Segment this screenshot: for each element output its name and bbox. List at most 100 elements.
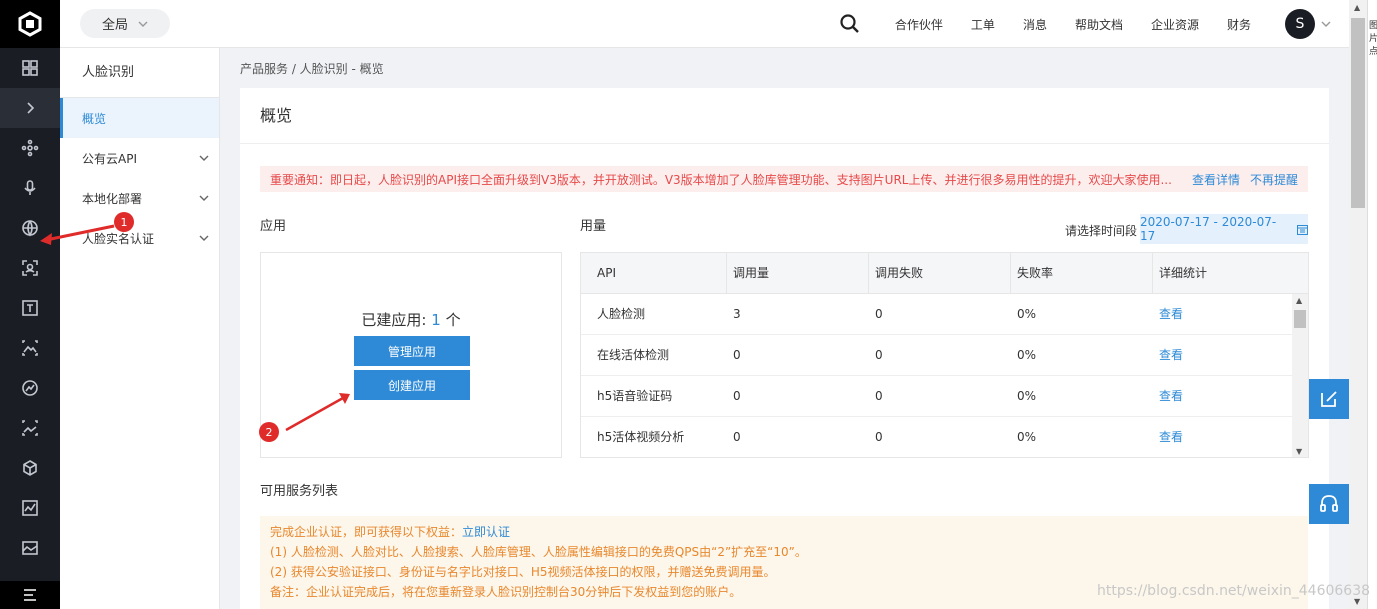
- avatar[interactable]: S: [1285, 9, 1315, 39]
- usage-section-label: 用量: [580, 219, 607, 234]
- benefit-lead-line: 完成企业认证，即可获得以下权益：立即认证: [270, 522, 1298, 542]
- nav-partners[interactable]: 合作伙伴: [895, 16, 943, 33]
- table-row: 在线活体检测 0 0 0% 查看: [581, 335, 1308, 376]
- apps-panel: 已建应用: 1 个 管理应用 创建应用: [260, 252, 562, 458]
- search-icon[interactable]: [839, 13, 861, 35]
- scroll-up-icon[interactable]: ▲: [1296, 296, 1302, 305]
- benefit-line-1: (1) 人脸检测、人脸对比、人脸搜索、人脸库管理、人脸属性编辑接口的免费QPS由…: [270, 545, 807, 559]
- overview-card: 概览 重要通知：即日起，人脸识别的API接口全面升级到V3版本，并开放测试。V3…: [240, 88, 1329, 609]
- app-count: 已建应用: 1 个: [261, 309, 561, 330]
- app-count-value: 1: [431, 311, 441, 329]
- cell-calls: 0: [733, 430, 741, 444]
- view-stats-link[interactable]: 查看: [1159, 376, 1183, 416]
- cube-icon[interactable]: [0, 448, 60, 488]
- nodes-icon[interactable]: [0, 128, 60, 168]
- edge-text: 图片点: [1369, 18, 1377, 57]
- cell-api: 在线活体检测: [597, 348, 670, 362]
- table-scroll-thumb[interactable]: [1294, 310, 1306, 328]
- table-row: h5活体视频分析 0 0 0% 查看: [581, 417, 1308, 457]
- manage-apps-button[interactable]: 管理应用: [354, 336, 470, 366]
- analytics-icon[interactable]: [0, 488, 60, 528]
- annotation-badge-2: 2: [259, 422, 279, 442]
- cell-failed: 0: [875, 307, 883, 321]
- view-stats-link[interactable]: 查看: [1159, 335, 1183, 375]
- sidebar-item-local-deploy[interactable]: 本地化部署: [60, 178, 219, 218]
- sidebar-item-label: 概览: [82, 111, 107, 126]
- page-scroll-thumb[interactable]: [1351, 18, 1365, 208]
- text-t-icon[interactable]: [0, 288, 60, 328]
- column-header: 详细统计: [1159, 266, 1208, 280]
- column-divider: [868, 253, 869, 293]
- column-divider: [1152, 253, 1153, 293]
- notice-text: 重要通知：即日起，人脸识别的API接口全面升级到V3版本，并开放测试。V3版本增…: [270, 172, 1172, 187]
- cell-calls: 3: [733, 307, 741, 321]
- date-range-picker[interactable]: 2020-07-17 - 2020-07-17: [1140, 214, 1308, 244]
- view-stats-link[interactable]: 查看: [1159, 417, 1183, 457]
- column-divider: [726, 253, 727, 293]
- apps-section-label: 应用: [260, 219, 287, 234]
- nav-finance[interactable]: 财务: [1227, 16, 1251, 33]
- nav-help-docs[interactable]: 帮助文档: [1075, 16, 1123, 33]
- grid-icon[interactable]: [0, 48, 60, 88]
- globe-icon[interactable]: [0, 208, 60, 248]
- column-header: 调用量: [733, 266, 770, 280]
- scope-dropdown[interactable]: 全局: [80, 9, 170, 38]
- nav-tickets[interactable]: 工单: [971, 16, 995, 33]
- logo-icon[interactable]: [0, 0, 60, 48]
- cell-api: h5活体视频分析: [597, 430, 685, 444]
- scroll-up-icon[interactable]: ▲: [1354, 3, 1360, 12]
- breadcrumb: 产品服务 / 人脸识别 - 概览: [240, 62, 384, 76]
- column-header: 调用失败: [875, 266, 924, 280]
- date-range-label: 请选择时间段: [1065, 224, 1138, 238]
- scroll-down-icon[interactable]: ▼: [1296, 447, 1302, 456]
- feedback-button[interactable]: [1309, 379, 1349, 419]
- nav-messages[interactable]: 消息: [1023, 16, 1047, 33]
- cell-failed: 0: [875, 389, 883, 403]
- notice-dismiss-link[interactable]: 不再提醒: [1250, 171, 1298, 188]
- column-header: 失败率: [1017, 266, 1054, 280]
- sidebar-item-public-api[interactable]: 公有云API: [60, 138, 219, 178]
- top-nav: 合作伙伴 工单 消息 帮助文档 企业资源 财务 S: [839, 0, 1331, 48]
- cell-failed: 0: [875, 430, 883, 444]
- image-icon[interactable]: [0, 328, 60, 368]
- app-count-prefix: 已建应用:: [361, 311, 427, 329]
- cell-rate: 0%: [1017, 389, 1037, 403]
- expand-chevron-icon[interactable]: [0, 88, 60, 128]
- chart-icon[interactable]: [0, 368, 60, 408]
- chevron-down-icon: [199, 195, 209, 201]
- chevron-down-icon[interactable]: [1321, 19, 1331, 29]
- image-alt-icon[interactable]: [0, 408, 60, 448]
- column-header: API: [597, 266, 616, 280]
- notice-banner: 重要通知：即日起，人脸识别的API接口全面升级到V3版本，并开放测试。V3版本增…: [260, 166, 1308, 192]
- sidebar-item-label: 公有云API: [82, 151, 137, 166]
- adjacent-window-edge: 图片点: [1367, 0, 1377, 609]
- table-scrollbar[interactable]: ▲ ▼: [1292, 294, 1308, 457]
- annotation-badge-1: 1: [114, 212, 134, 232]
- cell-api: h5语音验证码: [597, 389, 673, 403]
- sidebar-item-label: 本地化部署: [82, 191, 143, 206]
- scope-label: 全局: [101, 18, 128, 33]
- sidebar-item-realname-auth[interactable]: 人脸实名认证: [60, 218, 219, 258]
- create-app-button[interactable]: 创建应用: [354, 370, 470, 400]
- nav-enterprise[interactable]: 企业资源: [1151, 16, 1199, 33]
- cell-calls: 0: [733, 348, 741, 362]
- sidebar-item-overview[interactable]: 概览: [60, 98, 219, 138]
- top-bar: 全局 合作伙伴 工单 消息 帮助文档 企业资源 财务 S: [60, 0, 1349, 48]
- edit-icon: [1321, 391, 1337, 407]
- cell-rate: 0%: [1017, 430, 1037, 444]
- face-scan-icon[interactable]: [0, 248, 60, 288]
- certify-now-link[interactable]: 立即认证: [462, 525, 510, 539]
- date-range-value: 2020-07-17 - 2020-07-17: [1140, 215, 1277, 243]
- cell-rate: 0%: [1017, 348, 1037, 362]
- services-section-label: 可用服务列表: [260, 484, 339, 499]
- microphone-icon[interactable]: [0, 168, 60, 208]
- notice-detail-link[interactable]: 查看详情: [1192, 171, 1240, 188]
- column-divider: [1010, 253, 1011, 293]
- view-stats-link[interactable]: 查看: [1159, 294, 1183, 334]
- menu-icon[interactable]: [0, 581, 60, 609]
- page-scrollbar[interactable]: ▲ ▼: [1349, 0, 1367, 609]
- picture-icon[interactable]: [0, 528, 60, 568]
- cell-calls: 0: [733, 389, 741, 403]
- calendar-icon: [1297, 224, 1308, 235]
- support-button[interactable]: [1309, 484, 1349, 524]
